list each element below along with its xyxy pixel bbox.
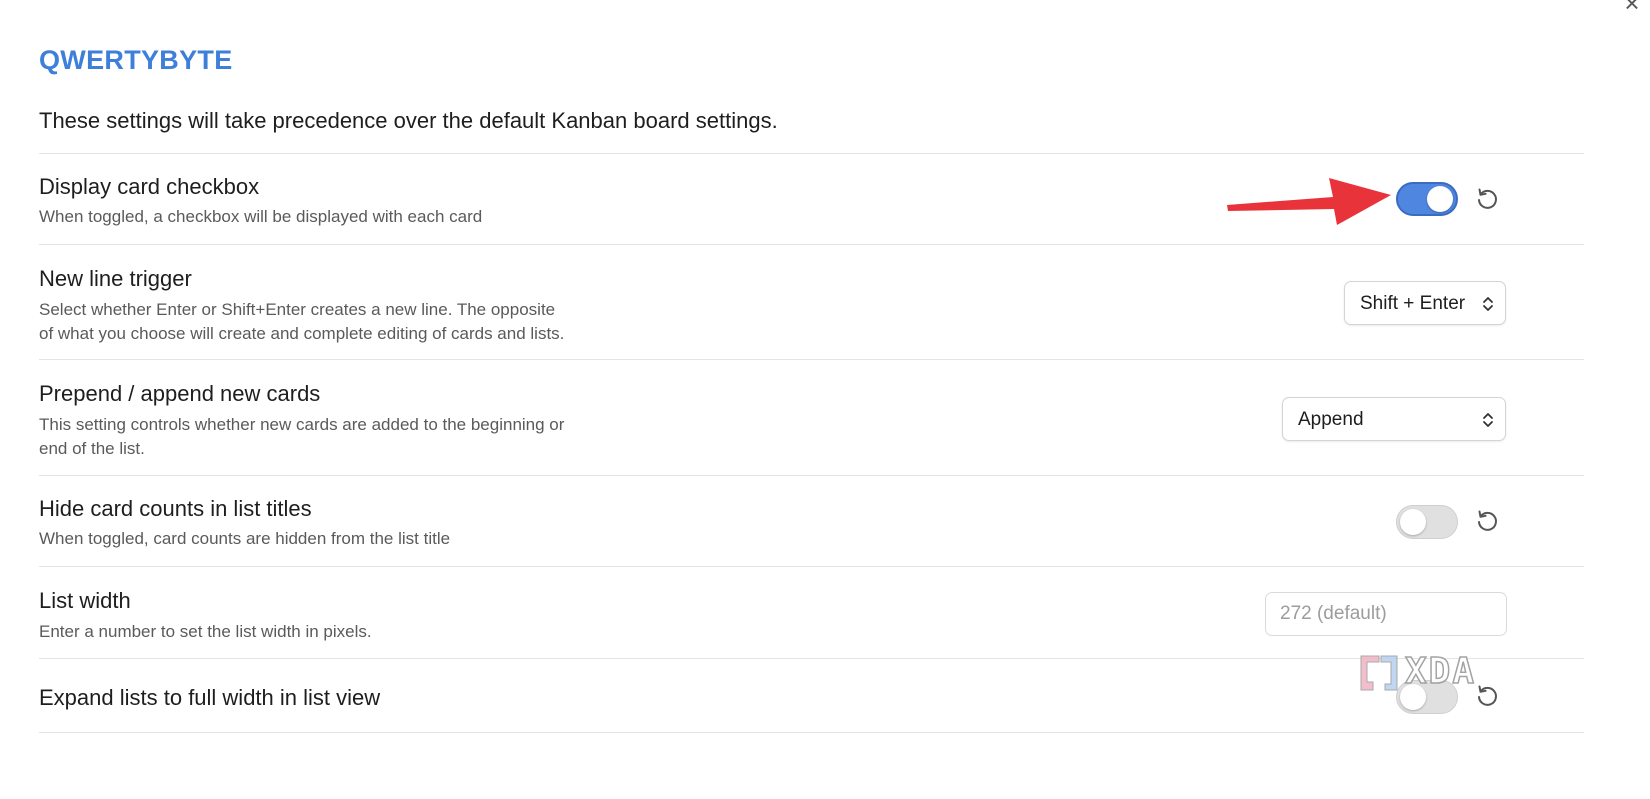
setting-title: New line trigger (39, 266, 192, 291)
setting-title: Display card checkbox (39, 174, 260, 199)
setting-title: List width (39, 588, 131, 613)
display-card-checkbox-toggle[interactable] (1396, 182, 1458, 216)
settings-intro: These settings will take precedence over… (39, 108, 778, 133)
setting-title: Prepend / append new cards (39, 381, 321, 406)
toggle-knob (1400, 509, 1426, 535)
setting-row-hide-card-counts: Hide card counts in list titles When tog… (39, 475, 1584, 567)
setting-title: Hide card counts in list titles (39, 496, 312, 521)
toggle-knob (1427, 186, 1453, 212)
setting-row-next (39, 732, 1584, 799)
setting-description-line: of what you choose will create and compl… (39, 324, 565, 343)
setting-description-line: This setting controls whether new cards … (39, 415, 565, 434)
chevron-up-down-icon (1483, 413, 1493, 427)
watermark-text: XDA (1404, 650, 1477, 693)
setting-description: When toggled, a checkbox will be display… (39, 207, 483, 226)
chevron-up-down-icon (1483, 297, 1493, 311)
setting-description-line: Select whether Enter or Shift+Enter crea… (39, 300, 556, 319)
list-width-input[interactable] (1265, 592, 1507, 636)
page-title: QWERTYBYTE (39, 45, 233, 75)
close-icon: × (1624, 0, 1640, 18)
setting-description: Enter a number to set the list width in … (39, 622, 372, 641)
setting-description: This setting controls whether new cards … (39, 413, 699, 461)
new-line-trigger-select[interactable]: Shift + Enter (1344, 281, 1506, 325)
hide-card-counts-toggle[interactable] (1396, 505, 1458, 539)
setting-row-new-line-trigger: New line trigger Select whether Enter or… (39, 244, 1584, 360)
setting-title: Expand lists to full width in list view (39, 685, 381, 710)
close-button[interactable]: × (1620, 0, 1644, 16)
setting-row-expand-lists: Expand lists to full width in list view (39, 658, 1584, 733)
reset-icon[interactable] (1473, 507, 1501, 535)
select-value: Shift + Enter (1360, 293, 1466, 314)
prepend-append-select[interactable]: Append (1282, 397, 1506, 441)
setting-description-line: end of the list. (39, 439, 145, 458)
select-value: Append (1298, 409, 1364, 430)
setting-row-list-width: List width Enter a number to set the lis… (39, 566, 1584, 659)
annotation-arrow-icon (1227, 178, 1391, 225)
reset-icon[interactable] (1473, 185, 1501, 213)
setting-row-prepend-append: Prepend / append new cards This setting … (39, 359, 1584, 476)
setting-description: When toggled, card counts are hidden fro… (39, 529, 451, 548)
setting-description: Select whether Enter or Shift+Enter crea… (39, 298, 699, 346)
